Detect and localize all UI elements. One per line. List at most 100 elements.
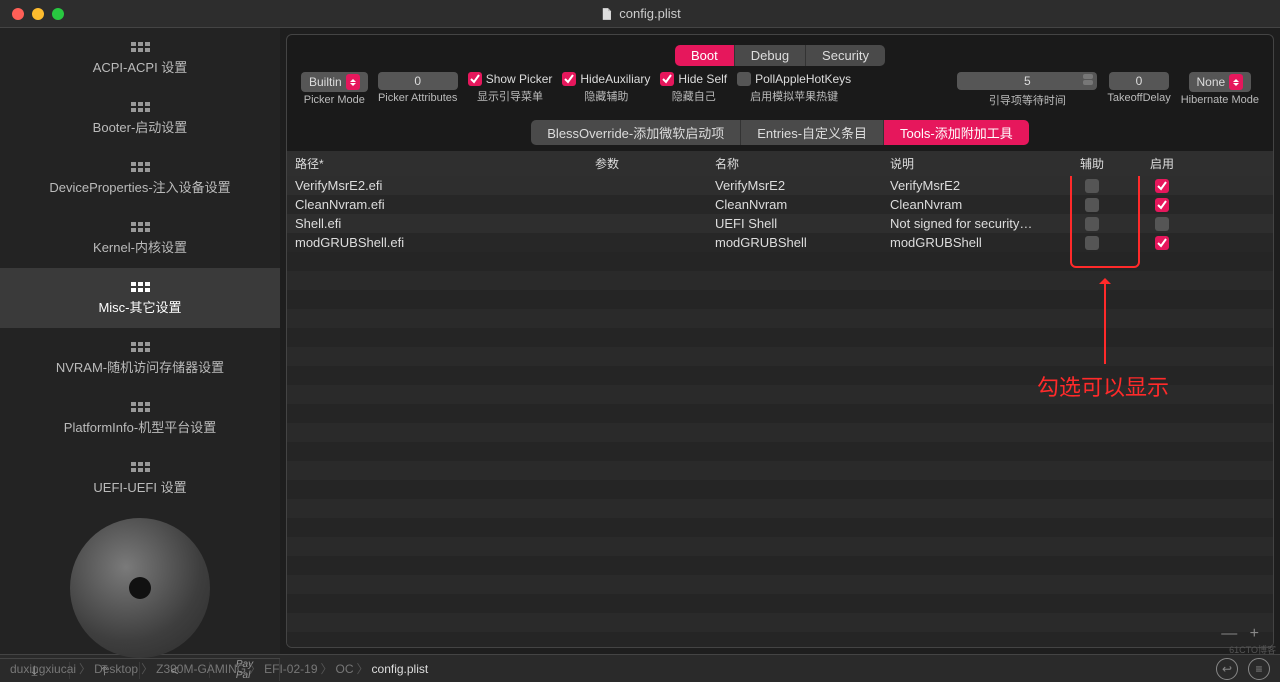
table-header: 路径* 参数 名称 说明 辅助 启用 xyxy=(287,151,1273,176)
picker-attributes-label: Picker Attributes xyxy=(378,92,457,104)
list-icon xyxy=(130,220,150,234)
show-picker-title: Show Picker xyxy=(486,72,553,86)
breadcrumb-item[interactable]: duxingxiucai xyxy=(10,662,76,676)
breadcrumb-item[interactable]: OC xyxy=(336,662,354,676)
cell-name: UEFI Shell xyxy=(707,216,882,231)
table-row[interactable]: CleanNvram.efi CleanNvram CleanNvram xyxy=(287,195,1273,214)
show-picker-checkbox[interactable] xyxy=(468,72,482,86)
takeoff-delay-input[interactable]: 0 xyxy=(1109,72,1169,90)
minimize-window-icon[interactable] xyxy=(32,8,44,20)
sub-tab[interactable]: Tools-添加附加工具 xyxy=(884,120,1029,145)
picker-attributes-input[interactable]: 0 xyxy=(378,72,458,90)
table-row[interactable]: Shell.efi UEFI Shell Not signed for secu… xyxy=(287,214,1273,233)
top-tab[interactable]: Debug xyxy=(735,45,806,66)
breadcrumb-item[interactable]: config.plist xyxy=(372,662,429,676)
checkbox-off[interactable] xyxy=(1155,217,1169,231)
annotation-arrow-head xyxy=(1099,272,1111,284)
cell-enable xyxy=(1127,236,1197,250)
checkbox-off[interactable] xyxy=(1085,198,1099,212)
window-titlebar: config.plist xyxy=(0,0,1280,28)
chevron-updown-icon xyxy=(346,74,360,90)
chevron-right-icon: 〉 xyxy=(318,662,336,676)
chevron-right-icon: 〉 xyxy=(138,662,156,676)
breadcrumb-item[interactable]: Desktop xyxy=(94,662,138,676)
top-tab[interactable]: Security xyxy=(806,45,885,66)
breadcrumb-item[interactable]: Z390M-GAMING xyxy=(156,662,246,676)
hide-auxiliary-checkbox[interactable] xyxy=(562,72,576,86)
sidebar: ACPI-ACPI 设置 Booter-启动设置 DeviceProperties-… xyxy=(0,28,280,654)
breadcrumb[interactable]: duxingxiucai〉Desktop〉Z390M-GAMING〉EFI-02… xyxy=(10,660,428,677)
checkbox-off[interactable] xyxy=(1085,217,1099,231)
sidebar-item[interactable]: NVRAM-随机访问存储器设置 xyxy=(0,328,280,388)
controls-row: Builtin Picker Mode 0 Picker Attributes … xyxy=(287,72,1273,116)
sidebar-item[interactable]: UEFI-UEFI 设置 xyxy=(0,448,280,508)
undo-icon[interactable]: ↩ xyxy=(1216,658,1238,680)
poll-apple-checkbox[interactable] xyxy=(737,72,751,86)
cell-path: CleanNvram.efi xyxy=(287,197,587,212)
top-tab[interactable]: Boot xyxy=(675,45,735,66)
cell-desc: Not signed for security… xyxy=(882,216,1057,231)
cell-desc: modGRUBShell xyxy=(882,235,1057,250)
hibernate-mode-dropdown[interactable]: None xyxy=(1189,72,1252,92)
hide-self-sub: 隐藏自己 xyxy=(672,88,716,104)
sub-tab[interactable]: Entries-自定义条目 xyxy=(741,120,884,145)
col-aux[interactable]: 辅助 xyxy=(1057,153,1127,174)
wait-time-input[interactable]: 5 xyxy=(957,72,1097,90)
sidebar-item[interactable]: Kernel-内核设置 xyxy=(0,208,280,268)
traffic-lights xyxy=(0,8,64,20)
takeoff-delay-label: TakeoffDelay xyxy=(1107,92,1170,104)
table-row[interactable]: modGRUBShell.efi modGRUBShell modGRUBShe… xyxy=(287,233,1273,252)
sidebar-item[interactable]: PlatformInfo-机型平台设置 xyxy=(0,388,280,448)
jog-dial[interactable] xyxy=(70,518,210,658)
cell-aux xyxy=(1057,236,1127,250)
sub-tab[interactable]: BlessOverride-添加微软启动项 xyxy=(531,120,741,145)
checkbox-on[interactable] xyxy=(1155,236,1169,250)
cell-path: modGRUBShell.efi xyxy=(287,235,587,250)
sidebar-item-label: ACPI-ACPI 设置 xyxy=(93,57,188,76)
wait-time-label: 引导项等待时间 xyxy=(989,92,1066,108)
checkbox-on[interactable] xyxy=(1155,179,1169,193)
hibernate-mode-label: Hibernate Mode xyxy=(1181,94,1259,106)
close-window-icon[interactable] xyxy=(12,8,24,20)
col-desc[interactable]: 说明 xyxy=(882,153,1057,174)
sidebar-item[interactable]: ACPI-ACPI 设置 xyxy=(0,28,280,88)
list-icon[interactable]: ≡ xyxy=(1248,658,1270,680)
main-panel: BootDebugSecurity Builtin Picker Mode 0 … xyxy=(286,34,1274,648)
sidebar-item[interactable]: Misc-其它设置 xyxy=(0,268,280,328)
cell-name: CleanNvram xyxy=(707,197,882,212)
cell-aux xyxy=(1057,217,1127,231)
sidebar-item-label: Misc-其它设置 xyxy=(98,297,181,316)
zoom-window-icon[interactable] xyxy=(52,8,64,20)
hide-self-checkbox[interactable] xyxy=(660,72,674,86)
sidebar-item-label: NVRAM-随机访问存储器设置 xyxy=(56,357,224,376)
col-path[interactable]: 路径* xyxy=(287,153,587,174)
add-remove-buttons[interactable]: — + xyxy=(1221,625,1263,643)
sidebar-item-label: Kernel-内核设置 xyxy=(93,237,187,256)
chevron-right-icon: 〉 xyxy=(246,662,264,676)
chevron-right-icon: 〉 xyxy=(76,662,94,676)
annotation-arrow-line xyxy=(1104,284,1106,364)
col-name[interactable]: 名称 xyxy=(707,153,882,174)
picker-mode-dropdown[interactable]: Builtin xyxy=(301,72,368,92)
table-row[interactable]: VerifyMsrE2.efi VerifyMsrE2 VerifyMsrE2 xyxy=(287,176,1273,195)
cell-desc: VerifyMsrE2 xyxy=(882,178,1057,193)
hide-auxiliary-sub: 隐藏辅助 xyxy=(584,88,628,104)
checkbox-on[interactable] xyxy=(1155,198,1169,212)
sidebar-item-label: DeviceProperties-注入设备设置 xyxy=(49,177,230,196)
checkbox-off[interactable] xyxy=(1085,236,1099,250)
list-icon xyxy=(130,40,150,54)
list-icon xyxy=(130,160,150,174)
table-area: VerifyMsrE2.efi VerifyMsrE2 VerifyMsrE2 … xyxy=(287,176,1273,647)
cell-aux xyxy=(1057,198,1127,212)
sidebar-item[interactable]: DeviceProperties-注入设备设置 xyxy=(0,148,280,208)
chevron-updown-icon xyxy=(1229,74,1243,90)
checkbox-off[interactable] xyxy=(1085,179,1099,193)
cell-path: Shell.efi xyxy=(287,216,587,231)
show-picker-sub: 显示引导菜单 xyxy=(477,88,543,104)
cell-path: VerifyMsrE2.efi xyxy=(287,178,587,193)
col-params[interactable]: 参数 xyxy=(587,153,707,174)
col-enable[interactable]: 启用 xyxy=(1127,153,1197,174)
breadcrumb-item[interactable]: EFI-02-19 xyxy=(264,662,317,676)
sidebar-item-label: PlatformInfo-机型平台设置 xyxy=(64,417,216,436)
sidebar-item[interactable]: Booter-启动设置 xyxy=(0,88,280,148)
